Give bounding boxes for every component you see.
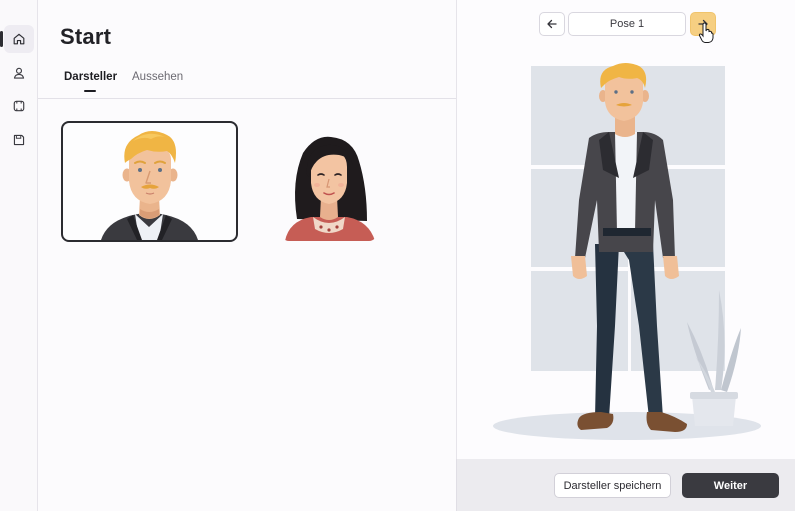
save-character-button[interactable]: Darsteller speichern — [554, 473, 671, 498]
main-panel: Start Darsteller Aussehen — [38, 0, 456, 511]
character-thumbnail-woman — [285, 136, 375, 241]
tab-underline — [84, 90, 96, 92]
sidebar-item-home[interactable] — [4, 25, 34, 53]
character-preview-scene — [493, 63, 761, 440]
preview-footer: Darsteller speichern Weiter — [456, 459, 795, 511]
sidebar-item-save[interactable] — [4, 126, 34, 154]
sidebar — [0, 0, 38, 511]
hand-cursor-icon — [698, 22, 714, 43]
character-card-man[interactable] — [61, 121, 238, 242]
character-thumbnail-man — [101, 131, 198, 240]
character-card-woman[interactable] — [281, 131, 377, 241]
person-icon — [13, 67, 25, 79]
next-button[interactable]: Weiter — [682, 473, 779, 498]
active-indicator — [0, 31, 3, 47]
home-icon — [13, 33, 25, 45]
tab-aussehen[interactable]: Aussehen — [132, 71, 183, 83]
page-title: Start — [60, 24, 112, 49]
package-icon — [13, 100, 25, 112]
previous-pose-button[interactable] — [539, 12, 565, 36]
preview-panel: Pose 1 — [456, 0, 795, 459]
sidebar-item-profile[interactable] — [4, 59, 34, 87]
arrow-left-icon — [547, 19, 557, 29]
tab-darsteller[interactable]: Darsteller — [64, 71, 117, 83]
app-window: Start Darsteller Aussehen Pose 1 Darstel… — [0, 0, 795, 511]
sidebar-item-package[interactable] — [4, 92, 34, 120]
save-icon — [13, 134, 25, 146]
pose-label[interactable]: Pose 1 — [568, 12, 686, 36]
tab-bar: Darsteller Aussehen — [38, 70, 456, 99]
